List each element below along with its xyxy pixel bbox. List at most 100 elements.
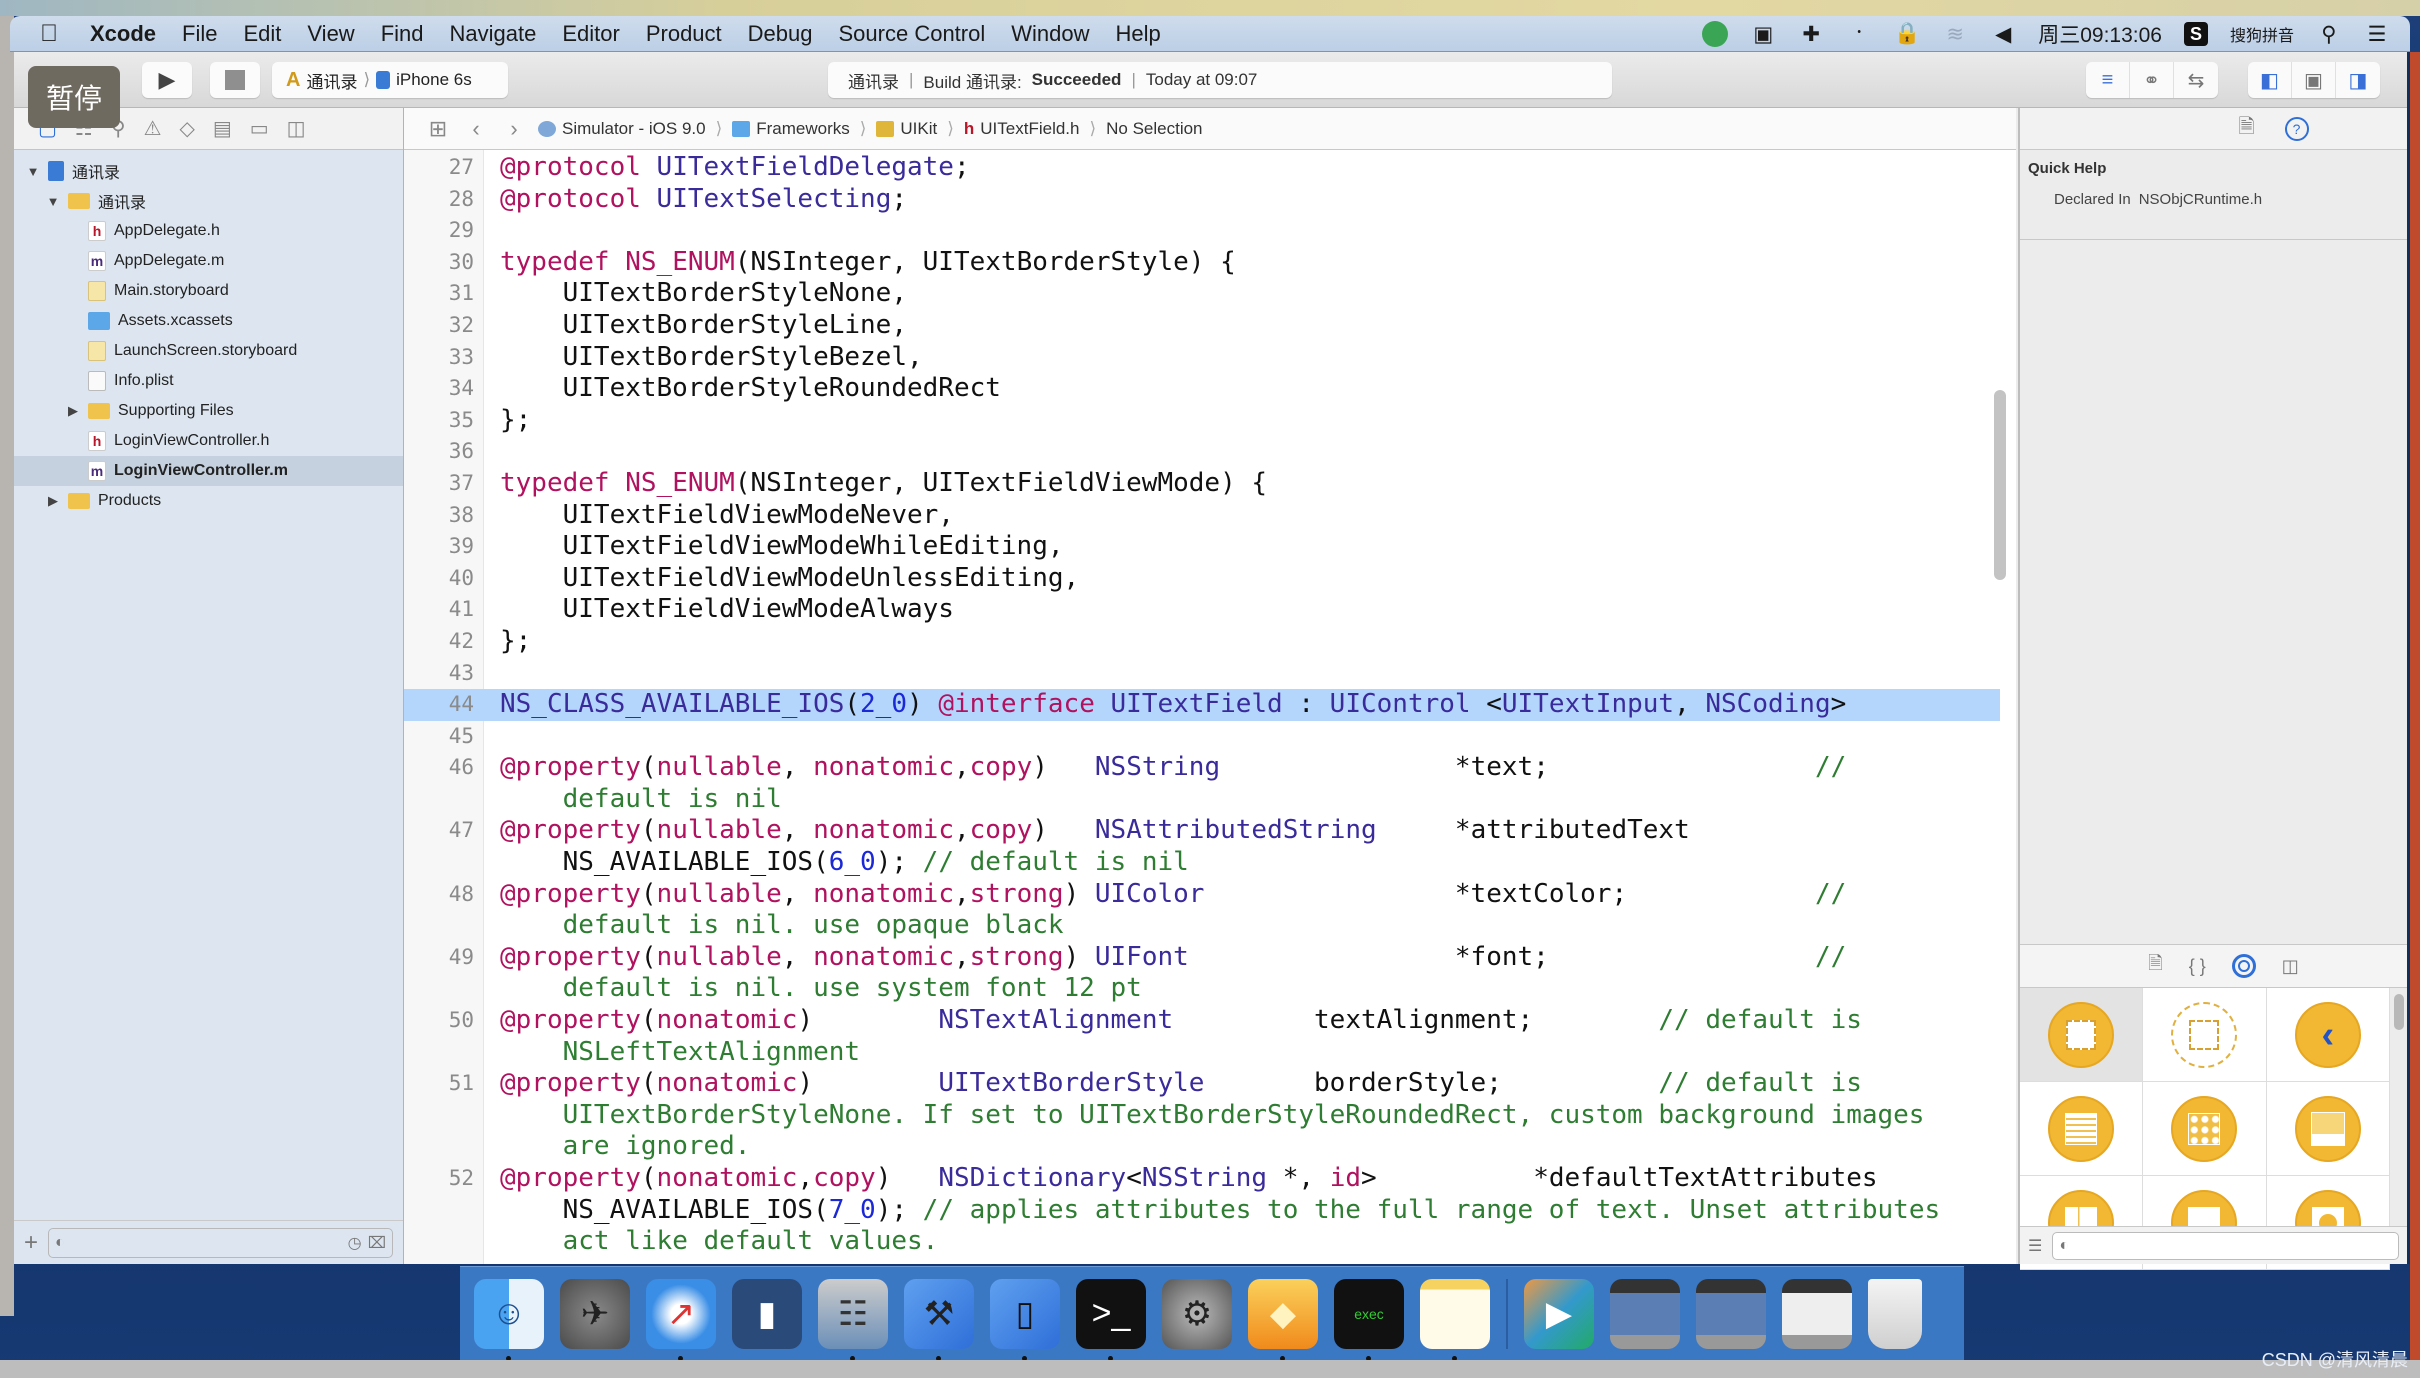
debug-navigator-tab-icon[interactable]: ▤: [213, 116, 232, 141]
menu-edit[interactable]: Edit: [243, 21, 281, 47]
dock-terminal-icon[interactable]: >_: [1076, 1278, 1146, 1361]
breadcrumb-file[interactable]: h UITextField.h: [964, 119, 1080, 139]
breadcrumb-uikit[interactable]: UIKit: [876, 119, 937, 139]
file-tree-item[interactable]: h LoginViewController.h: [14, 426, 403, 456]
file-tree-item[interactable]: LaunchScreen.storyboard: [14, 336, 403, 366]
dock-sketch-icon[interactable]: ◆: [1248, 1278, 1318, 1361]
file-tree-item[interactable]: ▶ Products: [14, 486, 403, 516]
dock-safari-icon[interactable]: ↗: [646, 1278, 716, 1361]
library-item-navigation-controller[interactable]: ‹: [2266, 988, 2390, 1082]
disclosure-expanded-icon[interactable]: ▼: [26, 164, 40, 179]
code-line[interactable]: 48 @property(nullable, nonatomic,strong) …: [404, 879, 2000, 911]
menu-navigate[interactable]: Navigate: [450, 21, 537, 47]
menu-window[interactable]: Window: [1011, 21, 1089, 47]
code-line[interactable]: 45: [404, 721, 2000, 753]
navigator-filter-input[interactable]: ◐ ◷ ⌧: [48, 1227, 393, 1258]
dock-console-icon[interactable]: exec: [1334, 1278, 1404, 1361]
dock-window-thumb-3-icon[interactable]: [1782, 1278, 1852, 1349]
file-tree-item[interactable]: Assets.xcassets: [14, 306, 403, 336]
menu-find[interactable]: Find: [381, 21, 424, 47]
file-tree-item[interactable]: m LoginViewController.m: [14, 456, 403, 486]
toggle-debug-area-icon[interactable]: ▣: [2292, 62, 2336, 98]
declared-in-value[interactable]: NSObjCRuntime.h: [2139, 191, 2262, 208]
code-line[interactable]: NS_AVAILABLE_IOS(6_0); // default is nil: [404, 847, 2000, 879]
file-inspector-tab-icon[interactable]: 🗎: [2238, 112, 2254, 146]
screen-record-icon[interactable]: ▣: [1750, 21, 1776, 47]
code-line[interactable]: 28 @protocol UITextSelecting;: [404, 184, 2000, 216]
code-line[interactable]: 41 UITextFieldViewModeAlways: [404, 594, 2000, 626]
code-line[interactable]: default is nil. use system font 12 pt: [404, 973, 2000, 1005]
code-line[interactable]: 34 UITextBorderStyleRoundedRect: [404, 373, 2000, 405]
stop-button[interactable]: [210, 62, 260, 98]
code-line[interactable]: are ignored.: [404, 1131, 2000, 1163]
library-item-view-controller[interactable]: [2020, 988, 2144, 1082]
dock-notes-icon[interactable]: [1420, 1278, 1490, 1361]
code-line[interactable]: 30 typedef NS_ENUM(NSInteger, UITextBorde…: [404, 247, 2000, 279]
version-editor-icon[interactable]: ⇆: [2174, 62, 2218, 98]
code-snippet-library-icon[interactable]: { }: [2189, 956, 2206, 977]
volume-icon[interactable]: ◀: [1990, 21, 2016, 47]
file-tree-item[interactable]: ▼ 通讯录: [14, 186, 403, 216]
dock-simulator-icon[interactable]: ▯: [990, 1278, 1060, 1361]
library-item-storyboard-reference[interactable]: [2143, 988, 2267, 1082]
breadcrumb-simulator[interactable]: Simulator - iOS 9.0: [538, 119, 706, 139]
file-tree-item[interactable]: h AppDelegate.h: [14, 216, 403, 246]
menu-debug[interactable]: Debug: [748, 21, 813, 47]
code-line[interactable]: NSLeftTextAlignment: [404, 1037, 2000, 1069]
code-line[interactable]: NS_AVAILABLE_IOS(7_0); // applies attrib…: [404, 1195, 2000, 1227]
dock-xcode-icon[interactable]: ⚒: [904, 1278, 974, 1361]
code-line[interactable]: 40 UITextFieldViewModeUnlessEditing,: [404, 563, 2000, 595]
code-line[interactable]: 27 @protocol UITextFieldDelegate;: [404, 152, 2000, 184]
menu-file[interactable]: File: [182, 21, 217, 47]
scm-filter-icon[interactable]: ⌧: [368, 1233, 386, 1253]
file-tree-item[interactable]: m AppDelegate.m: [14, 246, 403, 276]
menu-editor[interactable]: Editor: [562, 21, 619, 47]
breakpoint-navigator-tab-icon[interactable]: ▭: [250, 116, 269, 141]
dock-video-app-icon[interactable]: ☷: [818, 1278, 888, 1361]
status-app-icon[interactable]: [1702, 21, 1729, 47]
code-line[interactable]: 46 @property(nullable, nonatomic,copy) NS…: [404, 752, 2000, 784]
dock-trash-icon[interactable]: [1868, 1278, 1922, 1349]
code-content[interactable]: 27 @protocol UITextFieldDelegate; 28 @proto…: [404, 152, 2000, 1258]
bluetooth-icon[interactable]: ᛫: [1846, 21, 1872, 47]
list-view-toggle-icon[interactable]: ☰: [2028, 1236, 2042, 1256]
report-navigator-tab-icon[interactable]: ◫: [287, 116, 306, 141]
breadcrumb-selection[interactable]: No Selection: [1106, 119, 1202, 139]
disclosure-expanded-icon[interactable]: ▼: [46, 194, 60, 209]
disclosure-collapsed-icon[interactable]: ▶: [66, 403, 80, 419]
assistant-editor-icon[interactable]: ⚭: [2130, 62, 2174, 98]
file-template-library-icon[interactable]: 🗎: [2148, 951, 2162, 981]
code-line[interactable]: 50 @property(nonatomic) NSTextAlignment t…: [404, 1005, 2000, 1037]
disclosure-collapsed-icon[interactable]: ▶: [46, 493, 60, 509]
code-line[interactable]: 36: [404, 436, 2000, 468]
menu-product[interactable]: Product: [646, 21, 722, 47]
spotlight-search-icon[interactable]: ⚲: [2316, 21, 2342, 47]
dock-system-preferences-icon[interactable]: ⚙: [1162, 1278, 1232, 1349]
test-navigator-tab-icon[interactable]: ◇: [179, 116, 194, 141]
dock-finder-icon[interactable]: ☺: [474, 1278, 544, 1361]
scheme-selector[interactable]: A 通讯录 ⟩ iPhone 6s: [272, 62, 508, 98]
dock-window-thumb-2-icon[interactable]: [1696, 1278, 1766, 1349]
code-line[interactable]: 31 UITextBorderStyleNone,: [404, 278, 2000, 310]
code-line[interactable]: 35};: [404, 405, 2000, 437]
code-line[interactable]: 49 @property(nullable, nonatomic,strong) …: [404, 942, 2000, 974]
menu-help[interactable]: Help: [1116, 21, 1161, 47]
back-button[interactable]: ‹: [462, 116, 490, 142]
code-line-highlighted[interactable]: 44 NS_CLASS_AVAILABLE_IOS(2_0) @interface…: [404, 689, 2000, 721]
library-scrollbar[interactable]: [2394, 994, 2404, 1030]
code-line[interactable]: 37 typedef NS_ENUM(NSInteger, UITextField…: [404, 468, 2000, 500]
code-line[interactable]: default is nil: [404, 784, 2000, 816]
code-line[interactable]: 51 @property(nonatomic) UITextBorderStyle…: [404, 1068, 2000, 1100]
toggle-navigator-icon[interactable]: ◧: [2248, 62, 2292, 98]
airplane-icon[interactable]: ✚: [1798, 21, 1824, 47]
code-line[interactable]: 38 UITextFieldViewModeNever,: [404, 500, 2000, 532]
media-library-icon[interactable]: ◫: [2282, 956, 2299, 977]
source-editor[interactable]: 27 @protocol UITextFieldDelegate; 28 @proto…: [404, 150, 2016, 1264]
file-tree-item[interactable]: Info.plist: [14, 366, 403, 396]
dock-media-player-icon[interactable]: ▶: [1524, 1278, 1594, 1349]
file-tree-item[interactable]: Main.storyboard: [14, 276, 403, 306]
input-method-label[interactable]: 搜狗拼音: [2230, 22, 2294, 46]
quick-help-tab-icon[interactable]: ?: [2284, 116, 2309, 141]
apple-menu-icon[interactable]: : [40, 20, 70, 48]
add-file-button[interactable]: +: [24, 1229, 38, 1257]
